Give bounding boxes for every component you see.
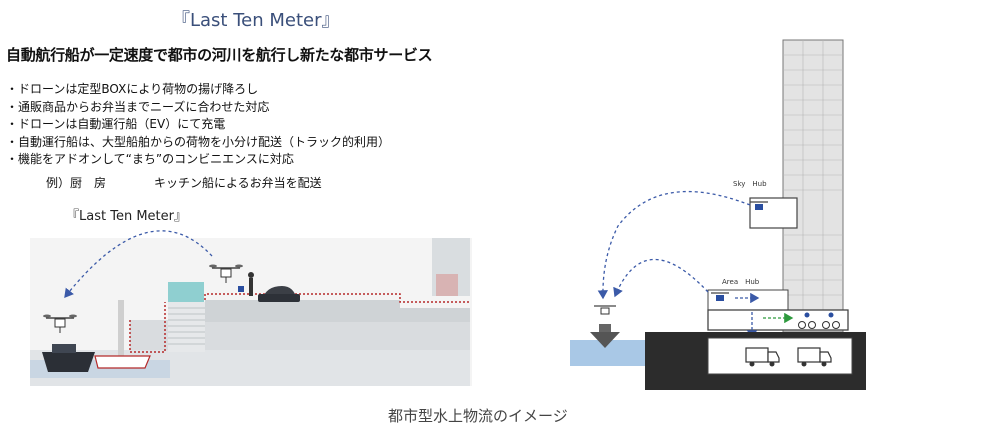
delivery-box	[238, 286, 244, 292]
barge	[94, 355, 151, 369]
skyscraper	[782, 39, 844, 333]
diagrams: Sky Hub Area Hub	[30, 39, 866, 390]
area-hub-flight-arrow	[613, 258, 709, 298]
area-hub-label: Area Hub	[722, 278, 760, 286]
kiosk	[168, 282, 204, 302]
caption: 都市型水上物流のイメージ	[388, 407, 568, 425]
sky-hub-label: Sky Hub	[733, 180, 767, 188]
pier-post	[118, 300, 124, 360]
drone-icon	[594, 305, 616, 315]
boat-cabin	[52, 344, 76, 353]
person-head	[248, 272, 254, 278]
person	[249, 278, 253, 296]
truck-body	[258, 294, 300, 302]
autonomous-boat	[42, 352, 95, 372]
building-door	[436, 274, 458, 296]
boat-cabin	[599, 324, 611, 332]
urban-logistics-diagram: Sky Hub Area Hub	[570, 39, 866, 390]
waterfront-illustration	[30, 230, 472, 386]
area-hub-floor	[707, 309, 849, 331]
